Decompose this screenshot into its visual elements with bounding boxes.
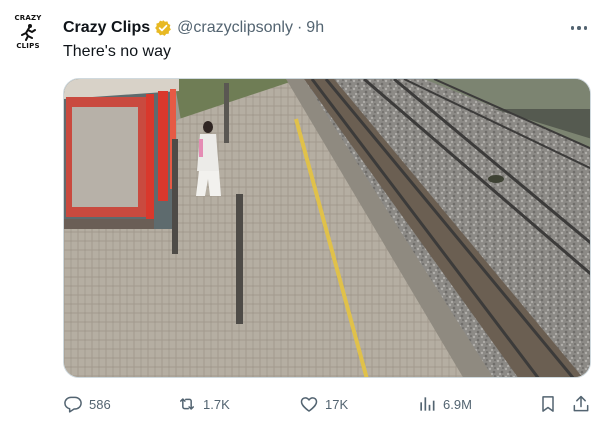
reply-button[interactable]: 586 <box>63 392 111 416</box>
share-button[interactable] <box>571 392 591 416</box>
like-button[interactable]: 17K <box>299 392 348 416</box>
tweet-text: There's no way <box>63 43 171 60</box>
avatar-figure-icon <box>21 24 36 41</box>
bookmark-button[interactable] <box>538 392 558 416</box>
reply-count: 586 <box>89 396 111 412</box>
heart-icon <box>300 397 318 412</box>
reply-icon <box>64 396 82 413</box>
tweet-media-video[interactable] <box>63 78 591 378</box>
analytics-icon <box>420 397 435 411</box>
avatar-text-top: CRAZY <box>14 14 42 22</box>
repost-count: 1.7K <box>203 396 230 412</box>
views-button[interactable]: 6.9M <box>417 392 472 416</box>
author-handle[interactable]: @crazyclipsonly <box>177 19 293 37</box>
video-frame-image <box>64 79 590 377</box>
tweet-header: Crazy Clips @crazyclipsonly · 9h <box>63 17 324 39</box>
bookmark-icon <box>542 396 554 412</box>
repost-icon <box>180 398 194 410</box>
like-count: 17K <box>325 396 349 412</box>
author-name[interactable]: Crazy Clips <box>63 19 150 37</box>
avatar-text-bottom: CLIPS <box>16 42 40 50</box>
repost-button[interactable]: 1.7K <box>177 392 230 416</box>
more-options-icon[interactable] <box>567 18 591 38</box>
views-count: 6.9M <box>443 396 472 412</box>
tweet-actions-bar: 586 1.7K 17K 6.9M <box>63 392 591 416</box>
tweet-timestamp[interactable]: 9h <box>306 19 324 37</box>
tweet-card[interactable]: CRAZY CLIPS Crazy Clips @crazyclipsonly … <box>0 0 603 424</box>
verified-badge-icon <box>154 19 172 37</box>
separator-dot: · <box>296 19 303 36</box>
share-icon <box>573 395 589 412</box>
avatar[interactable]: CRAZY CLIPS <box>8 14 48 60</box>
